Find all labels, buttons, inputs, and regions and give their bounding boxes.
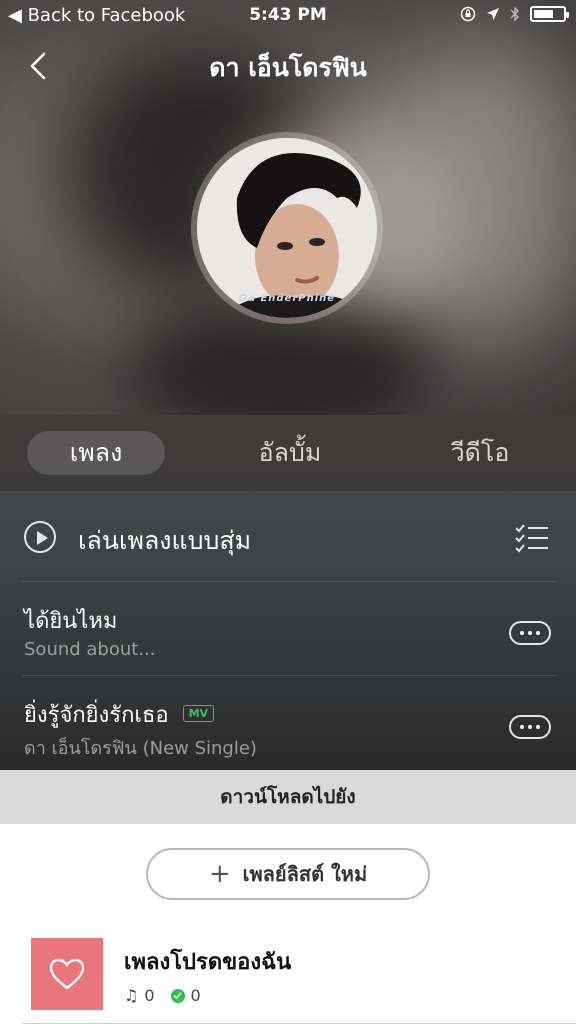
plus-icon: + <box>208 859 231 889</box>
shuffle-play-label[interactable]: เล่นเพลงแบบสุ่ม <box>78 521 251 561</box>
play-icon[interactable] <box>24 521 56 553</box>
downloaded-count: 0 <box>190 986 201 1005</box>
more-options-button[interactable] <box>509 715 551 739</box>
download-to-sheet: ดาวน์โหลดไปยัง + เพลย์ลิสต์ ใหม่ เพลงโปร… <box>0 770 576 1024</box>
avatar-caption: Da EnderPhine <box>238 293 336 304</box>
playlist-thumbnail <box>31 938 103 1010</box>
artist-avatar: Da EnderPhine <box>197 138 377 318</box>
heart-icon <box>49 958 85 990</box>
new-playlist-button[interactable]: + เพลย์ลิสต์ ใหม่ <box>146 848 430 900</box>
song-subtitle: ดา เอ็นโดรฟิน (New Single) <box>24 738 257 759</box>
sheet-header: ดาวน์โหลดไปยัง <box>0 770 576 824</box>
shuffle-play-row[interactable]: เล่นเพลงแบบสุ่ม <box>0 491 576 581</box>
song-title-wrap: ยิ่งรู้จักยิ่งรักเธอ MV <box>24 697 215 732</box>
tab-bar: เพลง อัลบั้ม วีดีโอ <box>0 415 576 491</box>
battery-icon <box>530 6 569 22</box>
new-playlist-label: เพลย์ลิสต์ ใหม่ <box>242 862 368 886</box>
song-count: 0 <box>144 986 155 1005</box>
music-note-icon: ♫ <box>124 986 139 1005</box>
song-row[interactable]: ยิ่งรู้จักยิ่งรักเธอ MV ดา เอ็นโดรฟิน (Ne… <box>0 677 576 769</box>
downloaded-check-icon <box>170 988 185 1003</box>
tab-videos[interactable]: วีดีโอ <box>410 431 550 475</box>
page-title: ดา เอ็นโดรฟิน <box>209 53 367 82</box>
more-options-button[interactable] <box>509 621 551 645</box>
song-title: ยิ่งรู้จักยิ่งรักเธอ <box>24 703 169 728</box>
playlist-title: เพลงโปรดของฉัน <box>124 950 292 975</box>
artist-content-panel: เพลง อัลบั้ม วีดีโอ เล่นเพลงแบบสุ่ม ได้ย… <box>0 415 576 770</box>
bluetooth-icon <box>510 6 519 22</box>
playlist-item[interactable]: เพลงโปรดของฉัน ♫ 0 0 <box>0 936 576 1024</box>
select-list-icon[interactable] <box>514 523 548 553</box>
song-row[interactable]: ได้ยินไหม Sound about... <box>0 583 576 675</box>
playlist-meta: ♫ 0 0 <box>124 986 201 1005</box>
song-title: ได้ยินไหม <box>24 609 118 634</box>
location-arrow-icon <box>487 8 499 20</box>
status-bar: ◀ Back to Facebook 5:43 PM <box>0 0 576 32</box>
tab-songs[interactable]: เพลง <box>27 431 165 475</box>
song-subtitle: Sound about... <box>24 639 156 660</box>
divider <box>22 675 556 676</box>
rotation-lock-icon <box>460 6 476 22</box>
mv-badge[interactable]: MV <box>182 704 215 722</box>
tab-albums[interactable]: อัลบั้ม <box>220 431 360 475</box>
divider <box>22 581 556 582</box>
